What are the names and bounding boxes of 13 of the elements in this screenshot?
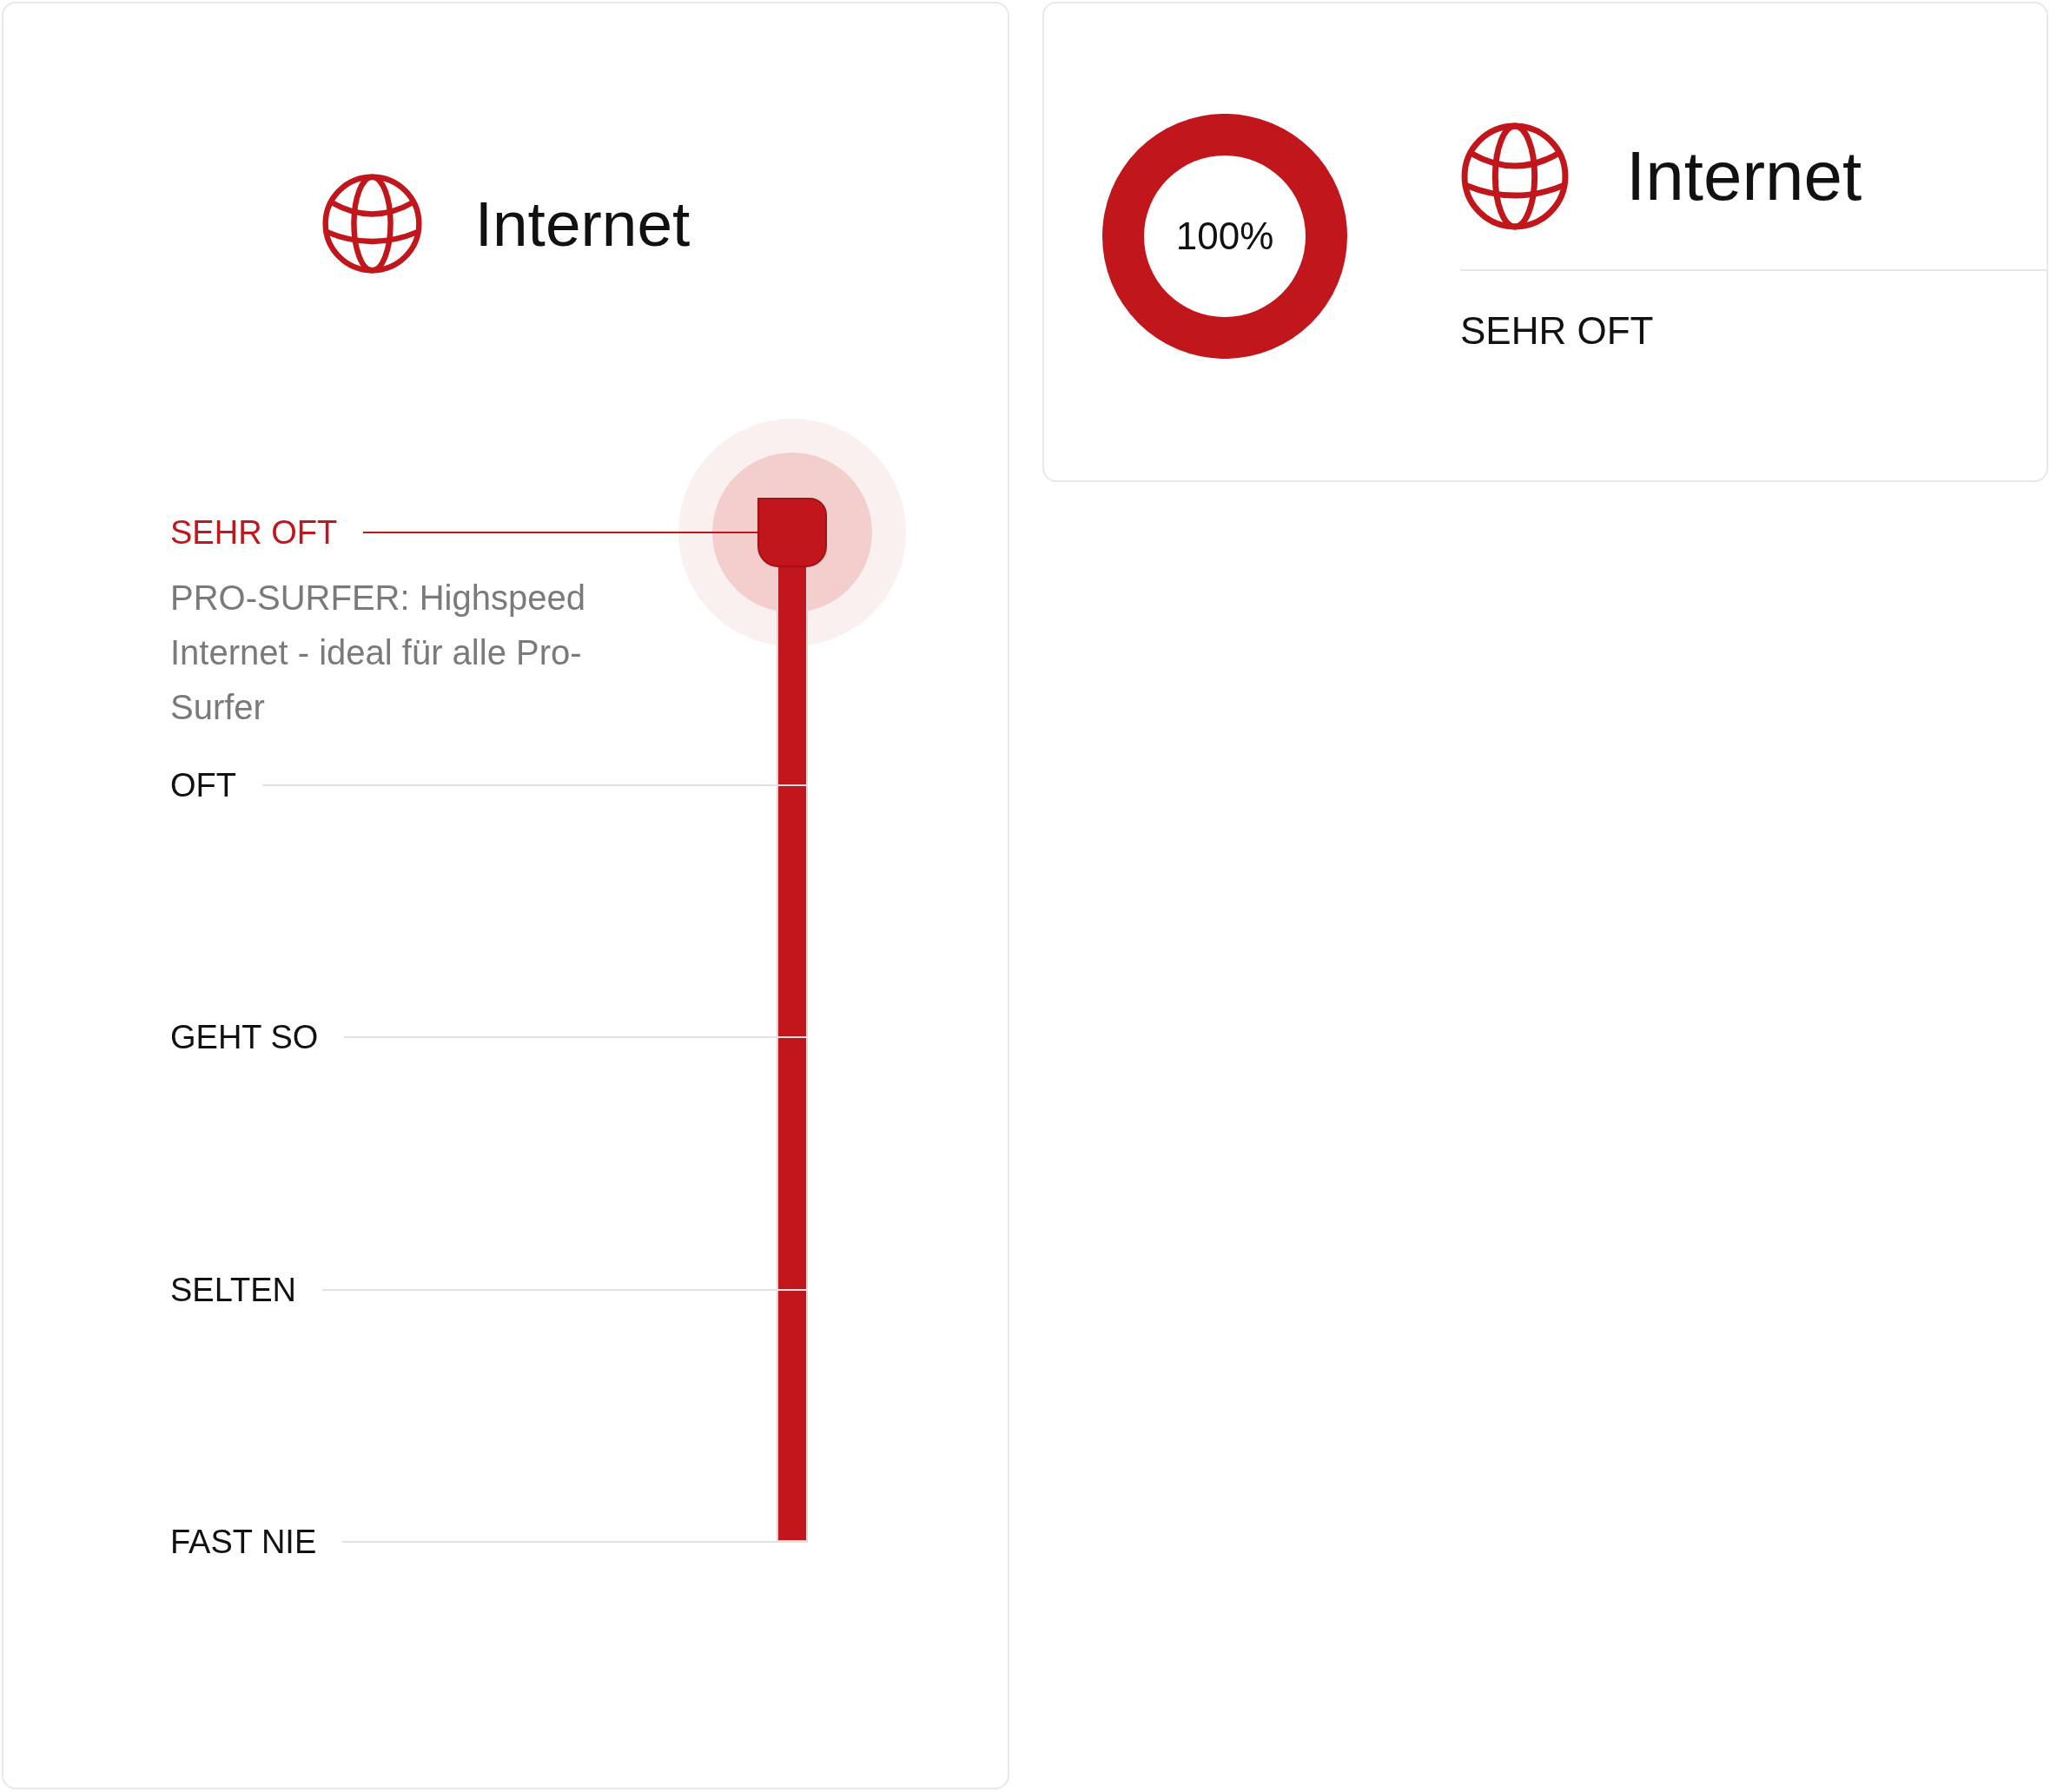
stop-description: PRO-SURFER: Highspeed Internet - ideal für alle Pro-Surfer	[170, 578, 586, 728]
stop-label[interactable]: GEHT SO	[170, 1017, 319, 1057]
card-title: Internet	[1626, 142, 1862, 211]
stop-label[interactable]: SEHR OFT	[170, 512, 338, 552]
stop-label[interactable]: FAST NIE	[170, 1522, 317, 1562]
globe-icon	[1460, 122, 1570, 231]
card-title: Internet	[474, 192, 691, 255]
stop-label[interactable]: OFT	[170, 764, 236, 805]
frequency-value: SEHR OFT	[1460, 308, 1654, 354]
slider-thumb[interactable]	[757, 498, 827, 567]
percent-label: 100%	[1175, 217, 1274, 255]
globe-icon	[321, 173, 423, 274]
stop-label[interactable]: SELTEN	[170, 1269, 296, 1310]
